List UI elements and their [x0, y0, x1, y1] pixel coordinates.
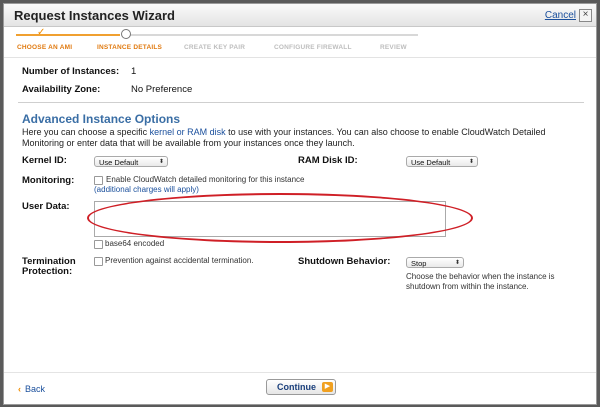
ram-disk-id-value: Use Default	[411, 158, 451, 167]
shutdown-behavior-value: Stop	[411, 259, 427, 268]
termination-label-line2: Protection:	[22, 266, 73, 277]
advanced-options-title: Advanced Instance Options	[22, 112, 181, 126]
monitoring-checkbox[interactable]	[94, 176, 103, 185]
section-divider	[18, 102, 584, 103]
progress-line-remaining	[128, 34, 418, 36]
base64-checkbox[interactable]	[94, 240, 103, 249]
user-data-label: User Data:	[22, 201, 70, 212]
advanced-options-intro: Here you can choose a specific kernel or…	[22, 127, 577, 149]
instances-value: 1	[131, 66, 137, 77]
ram-disk-id-select[interactable]: Use Default ⬍	[406, 156, 478, 167]
user-data-textarea[interactable]	[94, 201, 446, 237]
termination-protection-text: Prevention against accidental terminatio…	[105, 256, 254, 265]
close-icon[interactable]: ×	[579, 9, 592, 22]
updown-arrow-icon: ⬍	[158, 159, 164, 165]
step-instance-details: INSTANCE DETAILS	[97, 44, 163, 51]
back-button[interactable]: ‹ Back	[18, 384, 45, 394]
kernel-id-select[interactable]: Use Default ⬍	[94, 156, 168, 167]
monitoring-text: Enable CloudWatch detailed monitoring fo…	[106, 175, 305, 184]
shutdown-behavior-select[interactable]: Stop ⬍	[406, 257, 464, 268]
continue-button[interactable]: Continue ▶	[266, 379, 336, 395]
shutdown-behavior-label: Shutdown Behavior:	[298, 256, 391, 267]
progress-line-done	[16, 34, 120, 36]
step-configure-firewall: CONFIGURE FIREWALL	[274, 44, 352, 51]
shutdown-behavior-help: Choose the behavior when the instance is…	[406, 272, 555, 291]
updown-arrow-icon: ⬍	[454, 260, 460, 266]
steps-divider	[4, 57, 596, 58]
availability-zone-value: No Preference	[131, 84, 193, 95]
wizard-dialog: Request Instances Wizard Cancel × ✓ CHOO…	[3, 3, 597, 405]
arrow-right-icon: ▶	[322, 382, 333, 392]
cancel-link[interactable]: Cancel	[545, 10, 576, 21]
current-step-marker-icon	[121, 29, 131, 39]
step-choose-ami: CHOOSE AN AMI	[17, 44, 73, 51]
chevron-left-icon: ‹	[18, 384, 21, 394]
footer-divider	[4, 372, 596, 373]
updown-arrow-icon: ⬍	[468, 159, 474, 165]
instances-label: Number of Instances:	[22, 66, 120, 77]
step-review: REVIEW	[380, 44, 407, 51]
kernel-ramdisk-link[interactable]: kernel or RAM disk	[150, 127, 226, 137]
wizard-steps: ✓ CHOOSE AN AMI INSTANCE DETAILS CREATE …	[4, 27, 596, 57]
back-label: Back	[25, 384, 46, 394]
intro-text-start: Here you can choose a specific	[22, 127, 150, 137]
additional-charges-link[interactable]: (additional charges will apply)	[94, 185, 199, 194]
step-create-key-pair: CREATE KEY PAIR	[184, 44, 246, 51]
kernel-id-label: Kernel ID:	[22, 155, 67, 166]
dialog-title: Request Instances Wizard	[14, 8, 175, 23]
monitoring-label: Monitoring:	[22, 175, 75, 186]
termination-protection-checkbox[interactable]	[94, 257, 103, 266]
continue-label: Continue	[277, 382, 316, 392]
base64-label: base64 encoded	[105, 239, 165, 248]
title-bar: Request Instances Wizard Cancel ×	[4, 4, 596, 27]
ram-disk-id-label: RAM Disk ID:	[298, 155, 358, 166]
availability-zone-label: Availability Zone:	[22, 84, 101, 95]
step-complete-check-icon: ✓	[37, 27, 46, 38]
kernel-id-value: Use Default	[99, 158, 139, 167]
